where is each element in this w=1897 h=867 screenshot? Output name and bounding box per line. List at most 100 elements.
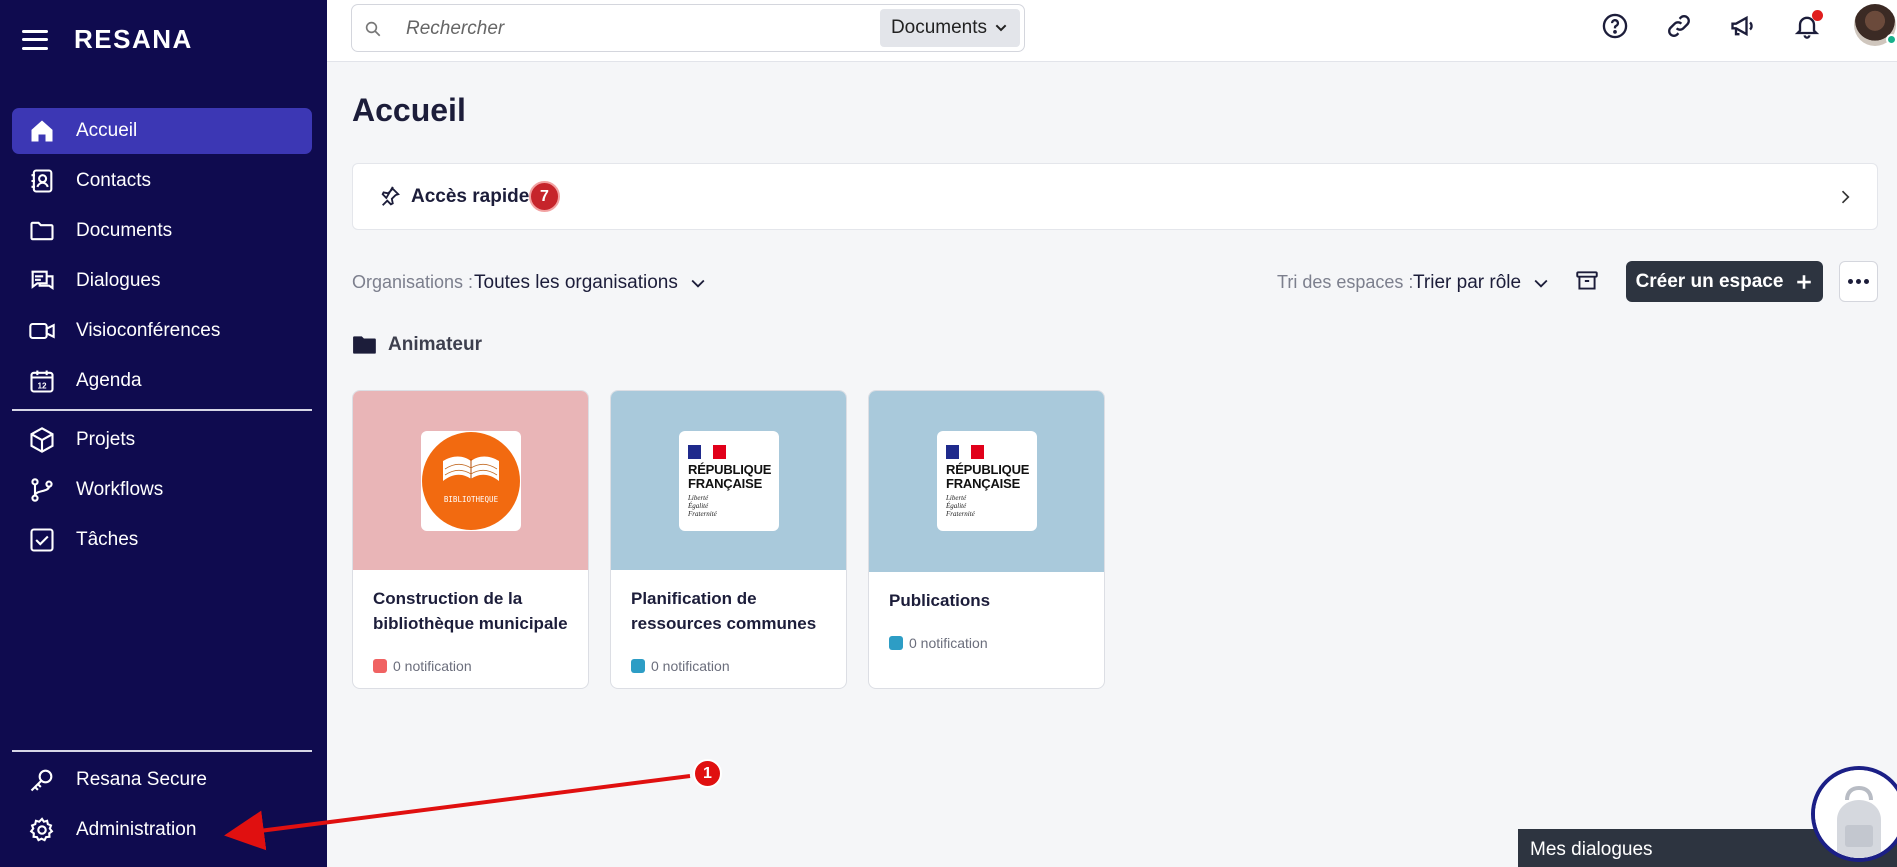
search-box: Documents (351, 4, 1025, 52)
home-icon (31, 120, 53, 142)
create-space-label: Créer un espace (1635, 270, 1784, 292)
library-logo: BIBLIOTHEQUE (421, 431, 521, 531)
card-notification-text: 0 notification (651, 658, 730, 674)
quick-access-label: Accès rapide (411, 186, 530, 207)
sidebar-item-contacts[interactable]: Contacts (12, 158, 312, 204)
annotation-marker: 1 (693, 759, 722, 788)
sidebar-item-documents[interactable]: Documents (12, 208, 312, 254)
sidebar-item-resana-secure[interactable]: Resana Secure (12, 757, 312, 803)
brand-name: RESANA (74, 24, 193, 54)
chevron-down-icon (1534, 279, 1548, 288)
organisations-filter-value: Toutes les organisations (474, 272, 678, 293)
sidebar-item-visio[interactable]: Visioconférences (12, 308, 312, 354)
bottom-nav: Resana Secure Administration (12, 757, 312, 857)
assistant-avatar[interactable] (1811, 766, 1897, 862)
library-logo-text: BIBLIOTHEQUE (444, 495, 499, 504)
menu-icon[interactable] (22, 29, 48, 50)
card-header: RÉPUBLIQUE FRANÇAISE Liberté Égalité Fra… (611, 391, 846, 570)
notifications-button[interactable] (1793, 10, 1823, 40)
sidebar-item-workflows[interactable]: Workflows (12, 467, 312, 513)
archive-icon[interactable] (1574, 268, 1600, 294)
sidebar: RESANA Accueil Contacts Documents Dialog… (0, 0, 327, 867)
sidebar-item-agenda[interactable]: 12 Agenda (12, 358, 312, 404)
sidebar-divider (12, 750, 312, 752)
card-title: Planification de ressources communes (631, 589, 817, 633)
avatar[interactable] (1854, 4, 1897, 46)
workflow-icon (31, 478, 53, 502)
card-title: Publications (889, 591, 991, 610)
sidebar-item-label: Agenda (76, 370, 142, 391)
organisations-filter-select[interactable]: Toutes les organisations (474, 272, 708, 294)
sidebar-item-administration[interactable]: Administration (12, 807, 312, 853)
secondary-nav: Projets Workflows Tâches (12, 417, 312, 567)
sidebar-item-label: Visioconférences (76, 320, 221, 341)
contacts-icon (31, 169, 53, 193)
sidebar-item-label: Accueil (76, 120, 138, 141)
sort-label: Tri des espaces : (1277, 272, 1414, 292)
checkbox-icon (30, 528, 54, 552)
cube-icon (30, 427, 54, 453)
section-title: Animateur (388, 334, 482, 355)
sidebar-item-label: Projets (76, 429, 136, 450)
plus-icon (1797, 274, 1812, 289)
topbar: Documents (327, 0, 1897, 62)
rf-line2: FRANÇAISE (688, 475, 763, 491)
card-notification: 0 notification (889, 635, 988, 651)
folder-icon (353, 336, 376, 354)
sidebar-item-taches[interactable]: Tâches (12, 517, 312, 563)
help-icon[interactable] (1601, 12, 1629, 40)
rf-line1: RÉPUBLIQUE (688, 461, 772, 477)
rf-line2: FRANÇAISE (946, 475, 1021, 491)
sidebar-item-label: Contacts (76, 170, 151, 191)
chat-icon (31, 270, 54, 290)
sort-value: Trier par rôle (1413, 272, 1522, 293)
card-title: Construction de la bibliothèque municipa… (373, 589, 568, 633)
svg-text:12: 12 (37, 382, 47, 391)
sidebar-item-label: Dialogues (76, 270, 161, 291)
card-color-chip (373, 659, 387, 673)
card-notification: 0 notification (373, 658, 472, 674)
key-icon (30, 769, 53, 792)
pin-icon (381, 186, 400, 206)
quick-access-bar[interactable]: Accès rapide 7 (352, 163, 1878, 230)
card-header: BIBLIOTHEQUE (353, 391, 588, 570)
search-scope-label: Documents (890, 17, 988, 38)
sidebar-item-accueil[interactable]: Accueil (12, 108, 312, 154)
space-card[interactable]: BIBLIOTHEQUE Construction de la biblioth… (352, 390, 589, 689)
search-input[interactable] (406, 15, 826, 43)
card-color-chip (889, 636, 903, 650)
calendar-icon: 12 (30, 370, 54, 393)
folder-icon (30, 221, 54, 241)
sidebar-item-label: Workflows (76, 479, 164, 500)
sidebar-item-label: Resana Secure (76, 769, 207, 790)
more-options-button[interactable] (1839, 261, 1878, 302)
sidebar-item-label: Tâches (76, 529, 139, 550)
online-status-dot (1886, 34, 1897, 45)
sidebar-item-projets[interactable]: Projets (12, 417, 312, 463)
republique-francaise-logo: RÉPUBLIQUE FRANÇAISE Liberté Égalité Fra… (679, 431, 779, 531)
organisations-filter-label: Organisations : (352, 272, 474, 292)
brand: RESANA (22, 24, 193, 55)
rf-motto1: Liberté (688, 493, 709, 502)
chevron-right-icon (1841, 190, 1850, 204)
space-card[interactable]: RÉPUBLIQUE FRANÇAISE Liberté Égalité Fra… (610, 390, 847, 689)
gear-icon (29, 817, 54, 842)
video-camera-icon (29, 322, 55, 340)
sort-select[interactable]: Trier par rôle (1413, 272, 1551, 294)
card-notification: 0 notification (631, 658, 730, 674)
rf-motto3: Fraternité (688, 509, 717, 518)
create-space-button[interactable]: Créer un espace (1626, 261, 1823, 302)
megaphone-icon[interactable] (1729, 12, 1757, 40)
rf-motto3: Fraternité (946, 509, 975, 518)
sidebar-item-label: Administration (76, 819, 197, 840)
chevron-down-icon (691, 279, 705, 288)
republique-francaise-logo: RÉPUBLIQUE FRANÇAISE Liberté Égalité Fra… (937, 431, 1037, 531)
search-icon (365, 21, 381, 37)
rf-line1: RÉPUBLIQUE (946, 461, 1030, 477)
space-card[interactable]: RÉPUBLIQUE FRANÇAISE Liberté Égalité Fra… (868, 390, 1105, 689)
rf-motto2: Égalité (688, 501, 709, 510)
search-scope-select[interactable]: Documents (880, 9, 1020, 47)
sidebar-item-dialogues[interactable]: Dialogues (12, 258, 312, 304)
link-icon[interactable] (1665, 12, 1693, 40)
card-notification-text: 0 notification (393, 658, 472, 674)
